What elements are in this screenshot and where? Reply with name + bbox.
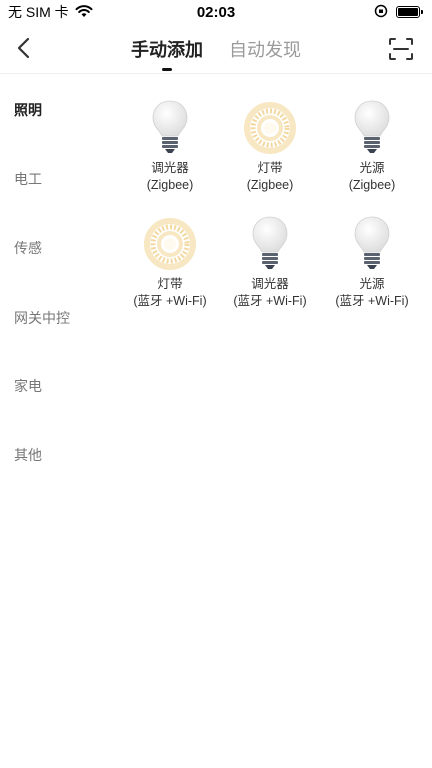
scan-icon <box>389 38 413 60</box>
status-left: 无 SIM 卡 <box>8 2 93 22</box>
device-card[interactable]: 光源 (蓝牙 +Wi-Fi) <box>320 214 424 310</box>
bulb-icon <box>342 214 402 274</box>
device-card[interactable]: 灯带 (Zigbee) <box>218 98 322 194</box>
device-protocol: (Zigbee) <box>146 178 194 192</box>
top-nav-bar: 手动添加 自动发现 <box>0 24 432 74</box>
bulb-icon <box>342 98 402 158</box>
orientation-lock-icon <box>374 4 388 21</box>
device-card[interactable]: 调光器 (Zigbee) <box>118 98 222 194</box>
sidebar-item-lighting[interactable]: 照明 <box>14 100 42 120</box>
device-protocol: (Zigbee) <box>246 178 294 192</box>
device-card[interactable]: 灯带 (蓝牙 +Wi-Fi) <box>118 214 222 310</box>
wifi-icon <box>75 4 93 21</box>
light-strip-icon <box>140 214 200 274</box>
device-name: 光源 <box>359 277 385 291</box>
sidebar-item-other[interactable]: 其他 <box>14 445 42 465</box>
carrier-label: 无 SIM 卡 <box>8 4 69 20</box>
bulb-icon <box>140 98 200 158</box>
device-card[interactable]: 调光器 (蓝牙 +Wi-Fi) <box>218 214 322 310</box>
sidebar-item-sensors[interactable]: 传感 <box>14 238 42 258</box>
active-tab-indicator <box>162 68 172 71</box>
sidebar-item-appliances[interactable]: 家电 <box>14 376 42 396</box>
bulb-icon <box>240 214 300 274</box>
status-bar: 无 SIM 卡 02:03 <box>0 0 432 24</box>
tab-manual-add[interactable]: 手动添加 <box>131 36 203 71</box>
device-protocol: (蓝牙 +Wi-Fi) <box>133 294 207 308</box>
status-right <box>374 4 423 21</box>
device-protocol: (蓝牙 +Wi-Fi) <box>233 294 307 308</box>
device-protocol: (Zigbee) <box>348 178 396 192</box>
battery-icon <box>396 6 423 18</box>
device-name: 灯带 <box>157 277 183 291</box>
device-name: 调光器 <box>151 161 189 175</box>
device-name: 灯带 <box>257 161 283 175</box>
device-name: 调光器 <box>251 277 289 291</box>
scan-button[interactable] <box>388 37 414 61</box>
sidebar-item-electrical[interactable]: 电工 <box>14 169 42 189</box>
tab-auto-discover[interactable]: 自动发现 <box>229 36 301 70</box>
device-card[interactable]: 光源 (Zigbee) <box>320 98 424 194</box>
device-name: 光源 <box>359 161 385 175</box>
tab-bar: 手动添加 自动发现 <box>0 36 432 71</box>
sidebar-item-gateway[interactable]: 网关中控 <box>14 308 70 328</box>
device-protocol: (蓝牙 +Wi-Fi) <box>335 294 409 308</box>
tab-label: 手动添加 <box>131 40 203 60</box>
light-strip-icon <box>240 98 300 158</box>
tab-label: 自动发现 <box>229 40 301 60</box>
